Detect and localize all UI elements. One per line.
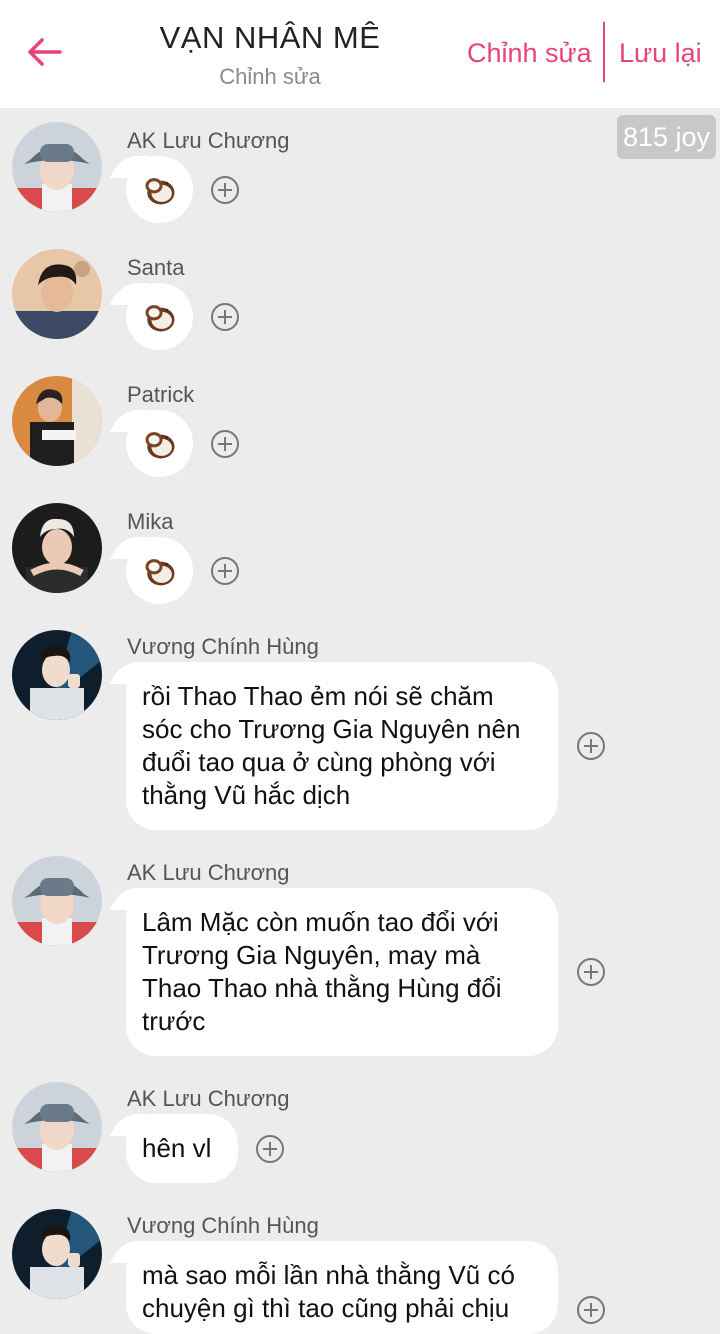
add-reaction-button[interactable] (211, 557, 239, 585)
sender-name: AK Lưu Chương (127, 128, 290, 153)
avatar-image (12, 1082, 102, 1172)
sender-name: AK Lưu Chương (127, 860, 290, 885)
message-text: Lâm Mặc còn muốn tao đổi với Trương Gia … (142, 907, 502, 1036)
sender-name: Vương Chính Hùng (127, 1213, 319, 1238)
add-reaction-button[interactable] (211, 303, 239, 331)
message-bubble[interactable]: rồi Thao Thao ẻm nói sẽ chăm sóc cho Trư… (126, 662, 558, 830)
save-button[interactable]: Lưu lại (619, 38, 702, 69)
message-text: mà sao mỗi lần nhà thằng Vũ có chuyện gì… (142, 1260, 515, 1323)
add-reaction-button[interactable] (577, 732, 605, 760)
message-bubble[interactable] (126, 156, 193, 223)
back-button[interactable] (20, 28, 68, 76)
add-reaction-button[interactable] (577, 1296, 605, 1324)
coconut-icon (143, 300, 177, 334)
joy-badge: 815 joy (617, 115, 716, 159)
page-subtitle: Chỉnh sửa (219, 64, 321, 89)
message-bubble[interactable] (126, 537, 193, 604)
message-bubble[interactable]: mà sao mỗi lần nhà thằng Vũ có chuyện gì… (126, 1241, 558, 1334)
sender-name: Mika (127, 509, 174, 534)
avatar[interactable] (12, 122, 102, 212)
edit-button[interactable]: Chỉnh sửa (467, 38, 592, 69)
sender-name: Santa (127, 255, 185, 280)
avatar-image (12, 122, 102, 212)
add-reaction-button[interactable] (211, 176, 239, 204)
avatar-image (12, 1209, 102, 1299)
message-bubble[interactable] (126, 410, 193, 477)
avatar[interactable] (12, 856, 102, 946)
app-header: VẠN NHÂN MÊ Chỉnh sửa Chỉnh sửa Lưu lại (0, 0, 720, 108)
add-reaction-button[interactable] (256, 1135, 284, 1163)
sender-name: Vương Chính Hùng (127, 634, 319, 659)
avatar[interactable] (12, 1082, 102, 1172)
avatar[interactable] (12, 376, 102, 466)
message-text: rồi Thao Thao ẻm nói sẽ chăm sóc cho Trư… (142, 681, 521, 810)
sender-name: AK Lưu Chương (127, 1086, 290, 1111)
coconut-icon (143, 173, 177, 207)
avatar-image (12, 503, 102, 593)
title-block: VẠN NHÂN MÊ Chỉnh sửa (110, 20, 430, 90)
avatar-image (12, 376, 102, 466)
add-reaction-button[interactable] (577, 958, 605, 986)
back-arrow-icon (28, 38, 62, 66)
message-text: hên vl (142, 1133, 212, 1163)
add-reaction-button[interactable] (211, 430, 239, 458)
message-bubble[interactable]: Lâm Mặc còn muốn tao đổi với Trương Gia … (126, 888, 558, 1056)
message-bubble[interactable]: hên vl (126, 1114, 238, 1183)
avatar[interactable] (12, 630, 102, 720)
page-title: VẠN NHÂN MÊ (159, 20, 381, 55)
avatar-image (12, 856, 102, 946)
sender-name: Patrick (127, 382, 195, 407)
avatar-image (12, 630, 102, 720)
message-bubble[interactable] (126, 283, 193, 350)
avatar-image (12, 249, 102, 339)
coconut-icon (143, 427, 177, 461)
avatar[interactable] (12, 1209, 102, 1299)
avatar[interactable] (12, 503, 102, 593)
header-divider (603, 22, 605, 82)
avatar[interactable] (12, 249, 102, 339)
coconut-icon (143, 554, 177, 588)
